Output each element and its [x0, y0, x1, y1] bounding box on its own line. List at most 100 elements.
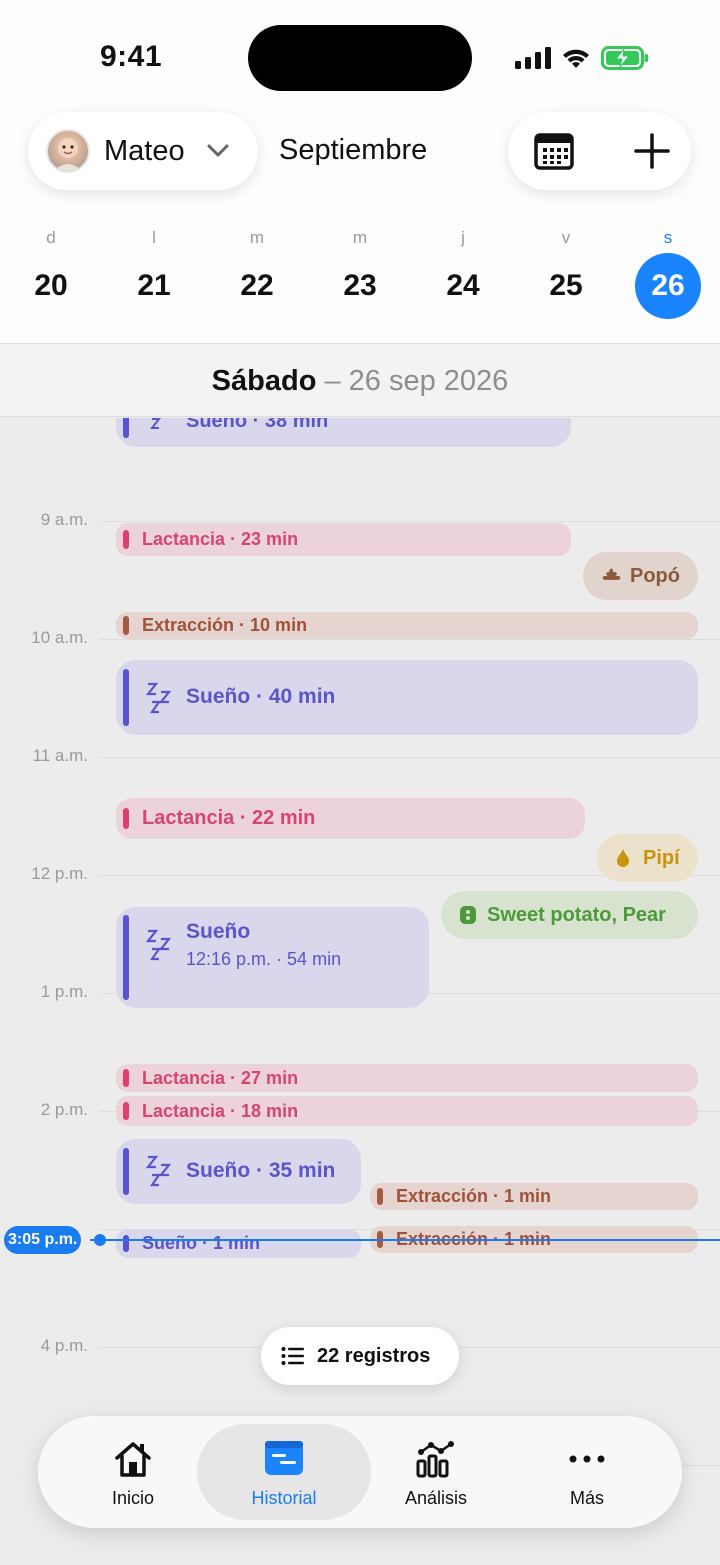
week-day-fri[interactable]: v 25	[526, 226, 606, 310]
records-count-button[interactable]: 22 registros	[261, 1327, 459, 1385]
event-label: Pipí	[643, 846, 680, 869]
week-day-mon[interactable]: l 21	[114, 226, 194, 310]
hour-label: 4 p.m.	[40, 1336, 88, 1355]
tab-inicio[interactable]: Inicio	[46, 1424, 220, 1520]
day-letter: v	[561, 228, 571, 247]
event-feeding[interactable]: Lactancia · 22 min	[116, 798, 585, 839]
event-color-bar	[123, 1148, 129, 1195]
calendar-button[interactable]	[533, 130, 575, 172]
event-label: Popó	[630, 564, 680, 587]
event-label: Lactancia · 27 min	[142, 1068, 299, 1088]
event-sleep[interactable]: Sueño · 40 min	[116, 660, 698, 735]
day-number: 25	[549, 269, 583, 302]
event-label: Extracción · 10 min	[142, 615, 308, 635]
chevron-down-icon	[207, 144, 229, 157]
history-icon	[265, 1441, 303, 1475]
date-full: – 26 sep 2026	[316, 365, 509, 397]
tab-mas[interactable]: Más	[500, 1424, 674, 1520]
event-label: Lactancia · 18 min	[142, 1101, 299, 1121]
plus-icon	[634, 133, 670, 169]
week-day-thu[interactable]: j 24	[423, 226, 503, 310]
analytics-icon	[416, 1441, 454, 1478]
event-solid-food[interactable]: Sweet potato, Pear	[441, 891, 698, 939]
day-number: 21	[137, 269, 171, 302]
day-letter: j	[461, 228, 465, 247]
event-title: Sueño	[186, 920, 251, 943]
tab-analisis[interactable]: Análisis	[349, 1424, 523, 1520]
event-sleep[interactable]: Sueño 12:16 p.m. · 54 min	[116, 907, 429, 1008]
event-pumping[interactable]: Extracción · 1 min	[370, 1183, 698, 1210]
event-color-bar	[123, 418, 129, 438]
event-pumping[interactable]: Extracción · 10 min	[116, 612, 698, 639]
event-label: Sueño · 1 min	[142, 1233, 261, 1253]
day-letter: m	[249, 228, 265, 247]
hour-line	[100, 521, 720, 522]
event-subtitle: 12:16 p.m. · 54 min	[186, 949, 342, 969]
hour-line	[100, 639, 720, 640]
event-pee[interactable]: Pipí	[597, 834, 698, 882]
wifi-icon	[563, 49, 589, 68]
event-label: Lactancia · 22 min	[142, 807, 316, 829]
records-count-label: 22 registros	[317, 1344, 431, 1367]
event-sleep[interactable]: Sueño · 35 min	[116, 1139, 361, 1204]
event-poop[interactable]: Popó	[583, 552, 698, 600]
week-day-wed[interactable]: m 23	[320, 226, 400, 310]
day-number: 22	[240, 269, 274, 302]
week-day-sun[interactable]: d 20	[11, 226, 91, 310]
tab-historial[interactable]: Historial	[197, 1424, 371, 1520]
event-label: Sweet potato, Pear	[487, 903, 666, 926]
current-time-badge: 3:05 p.m.	[4, 1226, 82, 1254]
add-button[interactable]	[630, 129, 674, 173]
poop-icon	[602, 568, 621, 580]
tab-label: Más	[569, 1488, 604, 1508]
day-letter: d	[46, 228, 56, 247]
day-letter: m	[352, 228, 368, 247]
signal-icon	[515, 47, 551, 69]
profile-selector[interactable]: Mateo	[28, 112, 258, 190]
event-color-bar	[377, 1188, 383, 1205]
week-day-tue[interactable]: m 22	[217, 226, 297, 310]
profile-name: Mateo	[104, 134, 185, 167]
event-feeding[interactable]: Lactancia · 27 min	[116, 1064, 698, 1092]
current-time-line	[90, 1239, 720, 1241]
calendar-icon	[534, 133, 574, 170]
month-title: Septiembre	[279, 134, 428, 166]
event-label: Lactancia · 23 min	[142, 529, 299, 549]
date-banner: Sábado – 26 sep 2026	[0, 343, 720, 417]
sleep-icon	[146, 1155, 172, 1187]
tab-label: Inicio	[111, 1488, 155, 1508]
list-icon	[281, 1347, 304, 1365]
hour-label: 12 p.m.	[31, 864, 88, 883]
event-label: Sueño · 38 min	[186, 418, 329, 432]
date-day-name: Sábado	[211, 365, 317, 397]
event-label: Extracción · 1 min	[396, 1186, 552, 1206]
sleep-icon	[146, 929, 172, 961]
day-number: 20	[34, 269, 68, 302]
event-color-bar	[123, 669, 129, 726]
event-label: Sueño · 35 min	[186, 1159, 336, 1182]
sleep-icon	[146, 682, 172, 714]
hour-label: 2 p.m.	[40, 1100, 88, 1119]
event-color-bar	[123, 1235, 129, 1252]
day-number: 26	[635, 253, 701, 319]
event-sleep[interactable]: Sueño · 38 min	[116, 418, 571, 447]
header-actions	[508, 112, 691, 190]
baby-food-icon	[460, 906, 476, 924]
tab-label: Análisis	[404, 1488, 468, 1508]
event-color-bar	[123, 1069, 129, 1087]
day-number: 23	[343, 269, 377, 302]
event-sleep[interactable]: Sueño · 1 min	[116, 1229, 361, 1258]
home-icon	[115, 1442, 151, 1477]
event-label: Sueño · 40 min	[186, 685, 336, 708]
day-letter: l	[152, 228, 156, 247]
event-color-bar	[123, 1102, 129, 1120]
timeline[interactable]: 9 a.m. 10 a.m. 11 a.m. 12 p.m. 1 p.m. 2 …	[0, 418, 720, 1565]
event-color-bar	[123, 616, 129, 635]
event-feeding[interactable]: Lactancia · 18 min	[116, 1096, 698, 1126]
event-feeding[interactable]: Lactancia · 23 min	[116, 523, 571, 556]
hour-line	[100, 757, 720, 758]
week-day-sat-selected[interactable]: s 26	[628, 226, 708, 319]
more-icon	[569, 1455, 605, 1463]
hour-label: 1 p.m.	[40, 982, 88, 1001]
event-color-bar	[123, 808, 129, 829]
